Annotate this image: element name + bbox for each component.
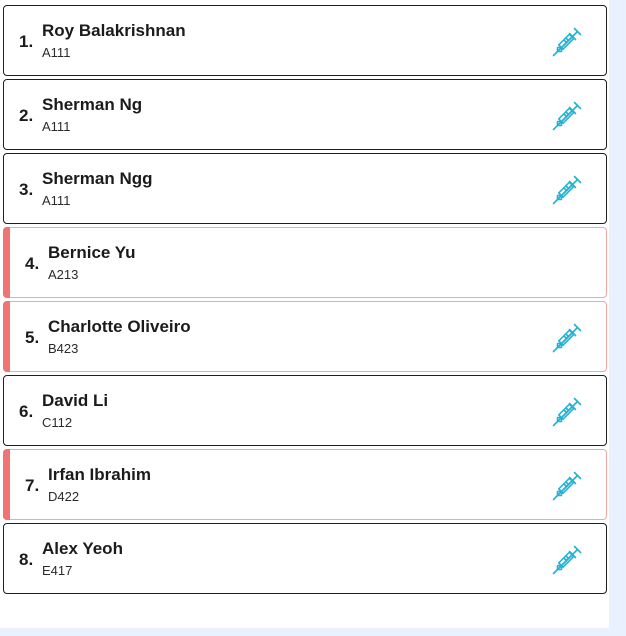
syringe-icon[interactable] — [551, 470, 583, 502]
patient-list: 1. Roy Balakrishnan A111 2. Sherman Ng A… — [3, 5, 607, 597]
flag-indicator — [3, 301, 10, 372]
patient-list-panel: 1. Roy Balakrishnan A111 2. Sherman Ng A… — [0, 0, 609, 628]
patient-number: 1. — [19, 32, 34, 51]
patient-card[interactable]: 7. Irfan Ibrahim D422 — [3, 449, 607, 520]
syringe-icon[interactable] — [551, 26, 583, 58]
patient-number: 6. — [19, 402, 34, 421]
patient-name: Alex Yeoh — [42, 539, 123, 558]
syringe-icon[interactable] — [551, 174, 583, 206]
syringe-icon[interactable] — [551, 322, 583, 354]
patient-card[interactable]: 5. Charlotte Oliveiro B423 — [3, 301, 607, 372]
patient-card[interactable]: 8. Alex Yeoh E417 — [3, 523, 607, 594]
patient-name: Sherman Ng — [42, 95, 143, 114]
syringe-icon[interactable] — [551, 544, 583, 576]
patient-code: A111 — [42, 193, 71, 208]
patient-name: Irfan Ibrahim — [48, 465, 151, 484]
flag-indicator — [3, 227, 10, 298]
patient-number: 3. — [19, 180, 34, 199]
patient-code: A213 — [48, 267, 79, 282]
patient-name: Roy Balakrishnan — [42, 21, 186, 40]
flag-indicator — [3, 449, 10, 520]
patient-name: Charlotte Oliveiro — [48, 317, 191, 336]
patient-code: A111 — [42, 119, 71, 134]
patient-code: E417 — [42, 563, 73, 578]
patient-code: C112 — [42, 415, 73, 430]
patient-card[interactable]: 1. Roy Balakrishnan A111 — [3, 5, 607, 76]
syringe-icon[interactable] — [551, 100, 583, 132]
syringe-icon[interactable] — [551, 396, 583, 428]
patient-card[interactable]: 3. Sherman Ngg A111 — [3, 153, 607, 224]
patient-code: A111 — [42, 45, 71, 60]
patient-card[interactable]: 6. David Li C112 — [3, 375, 607, 446]
patient-code: D422 — [48, 489, 80, 504]
patient-number: 5. — [25, 328, 40, 347]
patient-number: 7. — [25, 476, 40, 495]
patient-number: 2. — [19, 106, 34, 125]
patient-number: 4. — [25, 254, 40, 273]
patient-name: Bernice Yu — [48, 243, 136, 262]
patient-code: B423 — [48, 341, 79, 356]
patient-card[interactable]: 2. Sherman Ng A111 — [3, 79, 607, 150]
patient-card[interactable]: 4. Bernice Yu A213 — [3, 227, 607, 298]
patient-name: David Li — [42, 391, 109, 410]
patient-name: Sherman Ngg — [42, 169, 153, 188]
patient-number: 8. — [19, 550, 34, 569]
